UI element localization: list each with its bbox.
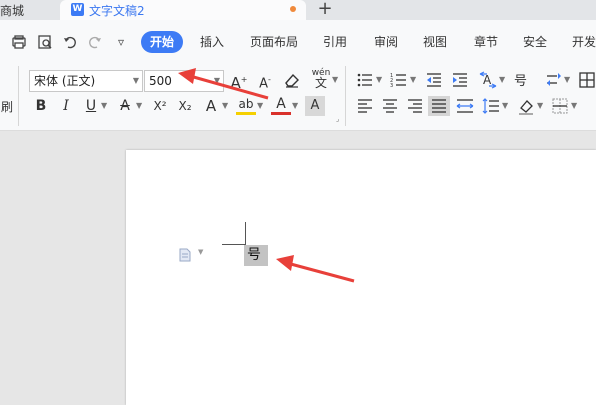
annotation-arrow-selected-text bbox=[276, 255, 355, 283]
annotation-arrow-font-size bbox=[178, 68, 269, 100]
annotation-arrows bbox=[178, 68, 355, 283]
